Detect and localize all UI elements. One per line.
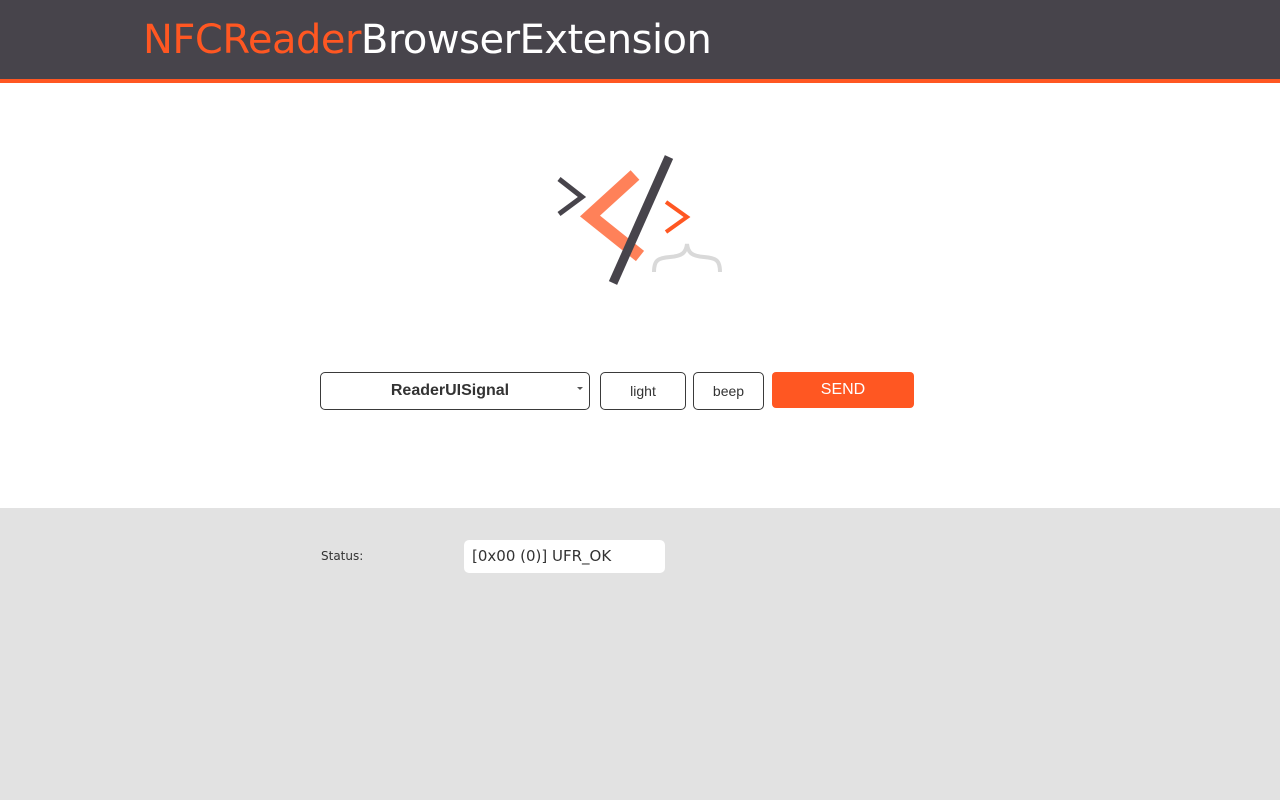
code-brackets-logo-icon (557, 155, 722, 285)
status-panel: Status: [0x00 (0)] UFR_OK (0, 508, 1280, 800)
app-title: NFCReaderBrowserExtension (143, 14, 712, 66)
beep-param-input[interactable]: beep (693, 372, 764, 410)
app-title-rest: BrowserExtension (360, 17, 712, 63)
status-value: [0x00 (0)] UFR_OK (464, 540, 665, 573)
send-button[interactable]: SEND (772, 372, 914, 408)
command-select[interactable]: ReaderUISignal (320, 372, 590, 410)
logo-dark-chevron (557, 177, 587, 217)
light-param-input[interactable]: light (600, 372, 686, 410)
logo-slash (608, 155, 674, 285)
app-header: NFCReaderBrowserExtension (0, 0, 1280, 83)
status-label: Status: (321, 549, 364, 563)
command-select-value: ReaderUISignal (390, 382, 510, 399)
app-title-accent: NFCReader (143, 17, 361, 63)
logo-orange-chevron (664, 200, 691, 234)
logo-curly-brace (652, 243, 722, 273)
chevron-down-icon (577, 387, 583, 390)
